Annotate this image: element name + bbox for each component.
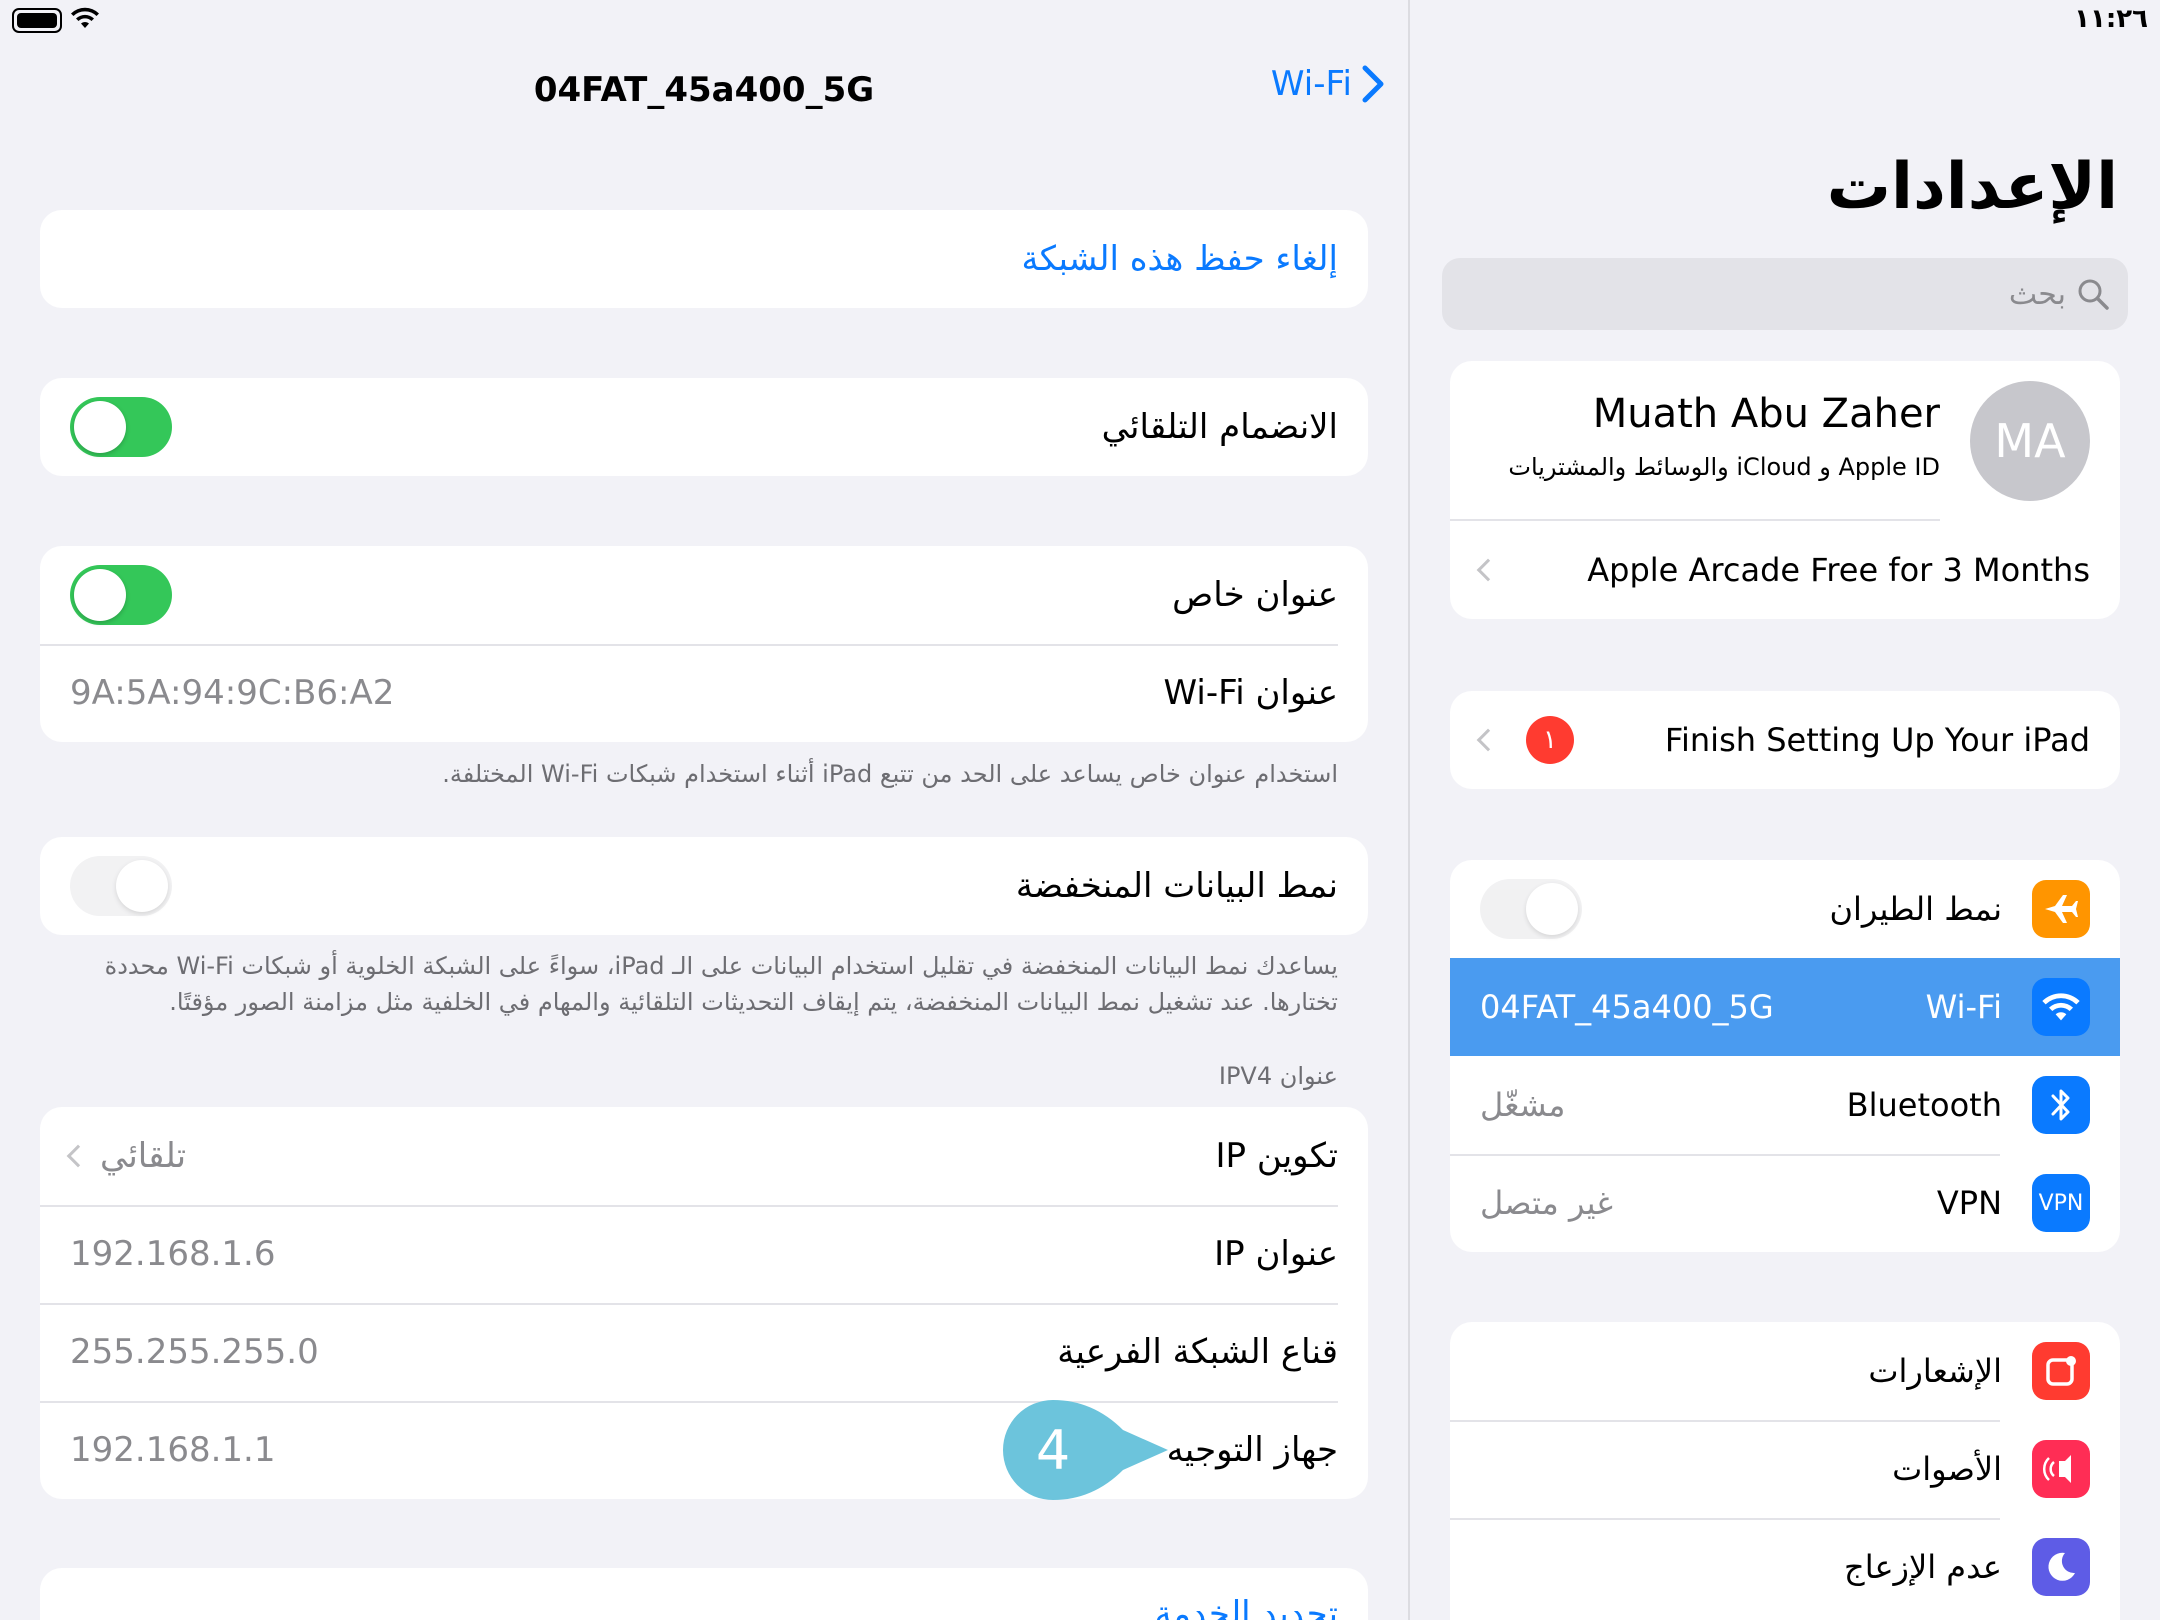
ip-address-label: عنوان IP [1214,1234,1338,1274]
low-data-footer: يساعدك نمط البيانات المنخفضة في تقليل اس… [40,948,1368,1020]
wifi-address-value: 9A:5A:94:9C:B6:A2 [70,673,395,713]
apple-arcade-label: Apple Arcade Free for 3 Months [1587,551,2090,589]
back-button[interactable]: Wi-Fi [1271,64,1384,104]
step-callout: 4 [1003,1400,1173,1500]
search-field[interactable]: بحث [1442,258,2128,330]
renew-group: تجديد الخدمة [40,1568,1368,1620]
airplane-mode-label: نمط الطيران [1829,890,2002,928]
subnet-label: قناع الشبكة الفرعية [1057,1332,1338,1372]
private-address-row: عنوان خاص [40,546,1368,644]
search-icon [2078,279,2109,310]
low-data-toggle[interactable] [70,856,172,916]
ip-config-label: تكوين IP [1215,1136,1339,1176]
forget-group: إلغاء حفظ هذه الشبكة [40,210,1368,308]
ip-config-row[interactable]: تكوين IP تلقائي [40,1107,1368,1205]
profile-name: Muath Abu Zaher [1592,391,1940,437]
notifications-row[interactable]: الإشعارات [1450,1322,2120,1420]
wifi-address-row: عنوان Wi-Fi 9A:5A:94:9C:B6:A2 [40,644,1368,742]
finish-setup-row[interactable]: Finish Setting Up Your iPad ١ [1450,691,2120,789]
moon-icon [2032,1538,2090,1596]
subnet-value: 255.255.255.0 [70,1332,319,1372]
network-detail-pane: 04FAT_45a400_5G Wi-Fi إلغاء حفظ هذه الشب… [0,0,1408,1620]
connectivity-group: نمط الطيران Wi-Fi 04FAT_45a400_5G Blueto… [1450,860,2120,1252]
bluetooth-row[interactable]: Bluetooth مشغّل [1450,1056,2120,1154]
private-address-toggle[interactable] [70,565,172,625]
low-data-footer-line-1: يساعدك نمط البيانات المنخفضة في تقليل اس… [104,952,1338,980]
auto-join-row: الانضمام التلقائي [40,378,1368,476]
ipv4-header: عنوان IPV4 [1218,1062,1338,1090]
router-value: 192.168.1.1 [70,1430,276,1470]
finish-setup-badge: ١ [1526,716,1574,764]
subnet-row: قناع الشبكة الفرعية 255.255.255.0 [40,1303,1368,1401]
back-label: Wi-Fi [1270,64,1352,104]
profile-group: MA Muath Abu Zaher Apple ID و iCloud وال… [1450,361,2120,619]
vpn-label: VPN [1936,1184,2002,1222]
wifi-icon [2032,978,2090,1036]
auto-join-toggle[interactable] [70,397,172,457]
renew-lease-label: تجديد الخدمة [1154,1594,1338,1620]
wifi-row[interactable]: Wi-Fi 04FAT_45a400_5G [1450,958,2120,1056]
wifi-label: Wi-Fi [1925,988,2002,1026]
low-data-row: نمط البيانات المنخفضة [40,837,1368,935]
renew-lease-button[interactable]: تجديد الخدمة [40,1568,1368,1620]
apple-id-row[interactable]: MA Muath Abu Zaher Apple ID و iCloud وال… [1450,361,2120,521]
settings-sidebar: الإعدادات بحث MA Muath Abu Zaher Apple I… [1410,0,2160,1620]
ip-address-row: عنوان IP 192.168.1.6 [40,1205,1368,1303]
low-data-group: نمط البيانات المنخفضة [40,837,1368,935]
sounds-label: الأصوات [1892,1450,2002,1488]
bluetooth-label: Bluetooth [1846,1086,2002,1124]
airplane-mode-row: نمط الطيران [1450,860,2120,958]
avatar: MA [1970,381,2090,501]
wifi-value: 04FAT_45a400_5G [1480,988,1774,1026]
wifi-address-label: عنوان Wi-Fi [1163,673,1338,713]
callout-number: 4 [1035,1418,1071,1482]
notifications-label: الإشعارات [1868,1352,2002,1390]
low-data-label: نمط البيانات المنخفضة [1015,866,1338,906]
auto-join-group: الانضمام التلقائي [40,378,1368,476]
speaker-icon [2032,1440,2090,1498]
low-data-footer-line-2: تختارها. عند تشغيل نمط البيانات المنخفضة… [169,988,1338,1016]
private-address-footer: استخدام عنوان خاص يساعد على الحد من تتبع… [442,760,1338,788]
airplane-mode-toggle[interactable] [1480,879,1582,939]
bluetooth-icon [2032,1076,2090,1134]
router-label: جهاز التوجيه [1166,1430,1338,1470]
vpn-value: غير متصل [1480,1184,1613,1222]
focus-row[interactable]: عدم الإزعاج [1450,1518,2120,1616]
auto-join-label: الانضمام التلقائي [1101,407,1338,447]
private-address-group: عنوان خاص عنوان Wi-Fi 9A:5A:94:9C:B6:A2 [40,546,1368,742]
airplane-icon [2032,880,2090,938]
finish-setup-group: Finish Setting Up Your iPad ١ [1450,691,2120,789]
private-address-label: عنوان خاص [1172,575,1338,615]
finish-setup-label: Finish Setting Up Your iPad [1664,721,2090,759]
ip-address-value: 192.168.1.6 [70,1234,276,1274]
focus-label: عدم الإزعاج [1844,1548,2002,1586]
nav-title: 04FAT_45a400_5G [533,70,875,110]
vpn-icon: VPN [2032,1174,2090,1232]
settings-title: الإعدادات [1826,150,2118,224]
profile-subtitle: Apple ID و iCloud والوسائط والمشتريات [1508,453,1940,481]
chevron-right-icon [1362,65,1384,103]
forget-network-button[interactable]: إلغاء حفظ هذه الشبكة [40,210,1368,308]
bluetooth-value: مشغّل [1480,1086,1566,1124]
chevron-left-icon [1476,558,1500,582]
apple-arcade-row[interactable]: Apple Arcade Free for 3 Months [1450,521,2120,619]
search-placeholder: بحث [2008,276,2066,312]
ip-config-value: تلقائي [100,1136,187,1176]
notifications-icon [2032,1342,2090,1400]
sounds-row[interactable]: الأصوات [1450,1420,2120,1518]
chevron-left-icon [66,1144,90,1168]
vpn-row[interactable]: VPN VPN غير متصل [1450,1154,2120,1252]
notifications-group: الإشعارات الأصوات عدم الإزعاج [1450,1322,2120,1620]
forget-network-label: إلغاء حفظ هذه الشبكة [1021,239,1338,279]
chevron-left-icon [1476,728,1500,752]
